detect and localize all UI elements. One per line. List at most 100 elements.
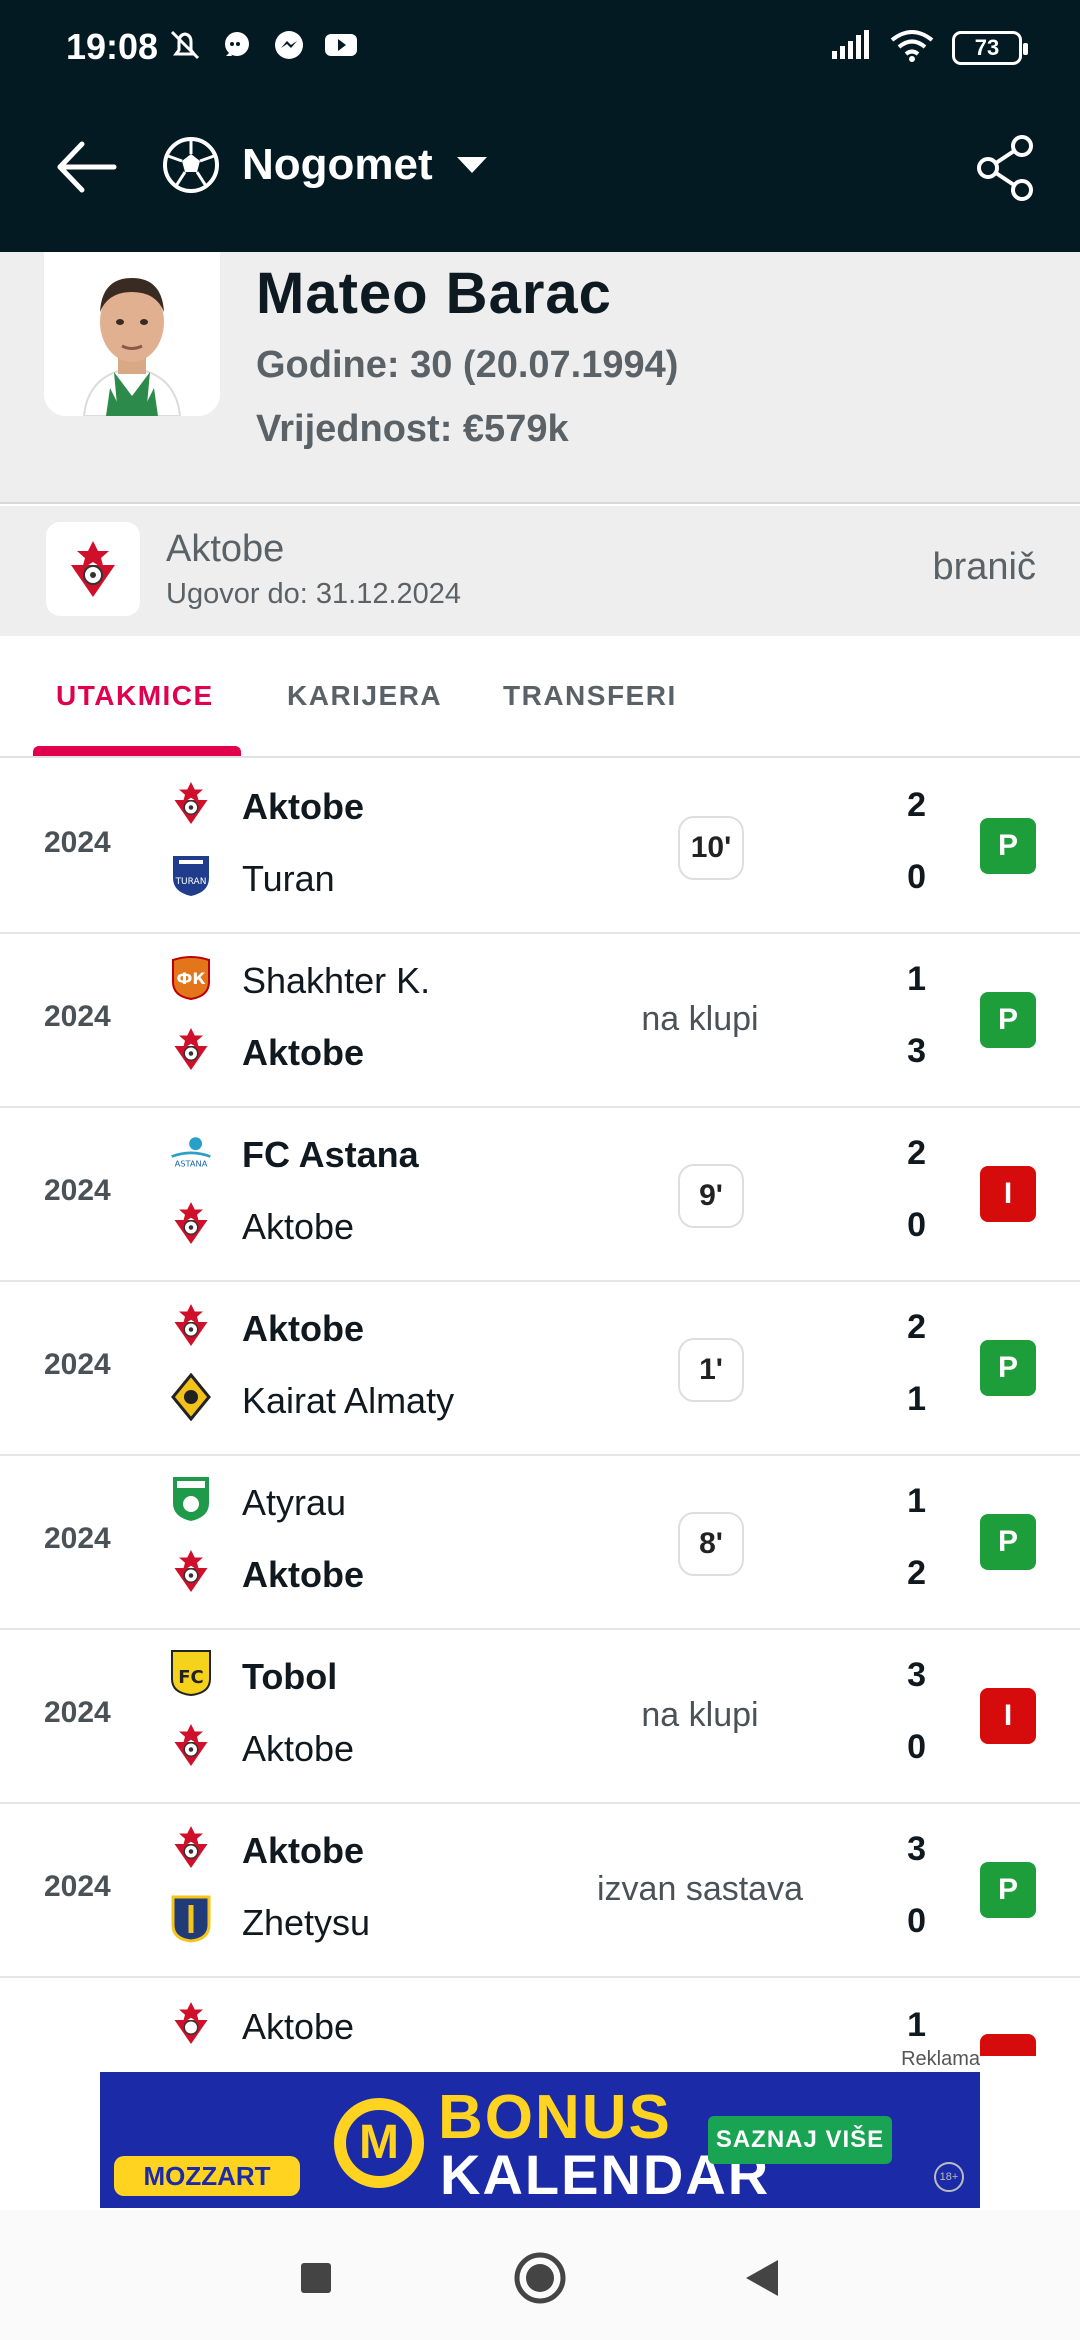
svg-text:ФК: ФК bbox=[177, 969, 206, 988]
atyrau-crest-icon bbox=[168, 1476, 214, 1522]
result-badge: I bbox=[980, 1166, 1036, 1222]
svg-text:FC: FC bbox=[178, 1667, 204, 1688]
team-score: 1 bbox=[907, 2006, 926, 2044]
tab-karijera[interactable]: KARIJERA bbox=[287, 680, 442, 712]
home-score: 3 bbox=[907, 1656, 926, 1694]
soccer-ball-icon bbox=[163, 137, 219, 193]
home-team-name: Aktobe bbox=[242, 786, 365, 827]
match-row[interactable]: 2024 TURAN Aktobe Turan 10' 2 0 P bbox=[0, 760, 1080, 934]
app-bar: Nogomet bbox=[0, 120, 1080, 210]
match-row[interactable]: 2024 ASTANA FC Astana Aktobe 9' 2 0 I bbox=[0, 1108, 1080, 1282]
match-year: 2024 bbox=[44, 1348, 111, 1381]
result-badge bbox=[980, 2034, 1036, 2056]
sport-label: Nogomet bbox=[242, 140, 433, 189]
top-bar: 19:08 73 Nogomet bbox=[0, 0, 1080, 252]
back-button[interactable] bbox=[52, 132, 122, 202]
result-badge: I bbox=[980, 1688, 1036, 1744]
svg-text:ASTANA: ASTANA bbox=[175, 1159, 208, 1169]
away-score: 0 bbox=[907, 1902, 926, 1940]
player-name: Mateo Barac bbox=[256, 261, 612, 326]
minutes-played-badge: 1' bbox=[678, 1338, 744, 1402]
tab-utakmice[interactable]: UTAKMICE bbox=[56, 680, 214, 712]
aktobe-crest-icon bbox=[71, 541, 115, 597]
back-nav-button[interactable] bbox=[732, 2248, 792, 2308]
home-button[interactable] bbox=[510, 2248, 570, 2308]
wifi-icon bbox=[890, 28, 934, 67]
match-row[interactable]: 2024 Aktobe Zhetysu izvan sastava 3 0 P bbox=[0, 1804, 1080, 1978]
aktobe-crest-icon bbox=[168, 1548, 214, 1594]
match-year: 2024 bbox=[44, 1174, 111, 1207]
match-year: 2024 bbox=[44, 1870, 111, 1903]
match-year: 2024 bbox=[44, 1522, 111, 1555]
astana-crest-icon: ASTANA bbox=[168, 1128, 214, 1174]
away-team-name: Aktobe bbox=[242, 1554, 365, 1595]
club-row[interactable]: Aktobe Ugovor do: 31.12.2024 branič bbox=[0, 506, 1080, 636]
ad-cta-button[interactable]: SAZNAJ VIŠE bbox=[708, 2116, 892, 2164]
zhetysu-crest-icon bbox=[168, 1895, 214, 1943]
away-team-name: Aktobe bbox=[242, 1206, 355, 1247]
match-year: 2024 bbox=[44, 826, 111, 859]
player-position: branič bbox=[932, 546, 1037, 588]
match-row[interactable]: 2024 Aktobe Kairat Almaty 1' 2 1 P bbox=[0, 1282, 1080, 1456]
match-row[interactable]: 2024 ФК Shakhter K. Aktobe na klupi 1 3 P bbox=[0, 934, 1080, 1108]
sport-selector[interactable]: Nogomet bbox=[162, 128, 489, 202]
dropdown-caret-icon bbox=[456, 157, 487, 173]
age-restriction-icon: 18+ bbox=[934, 2162, 964, 2192]
away-score: 0 bbox=[907, 1206, 926, 1244]
minutes-played-badge: 9' bbox=[678, 1164, 744, 1228]
player-status: na klupi bbox=[641, 1696, 759, 1734]
away-team-name: Aktobe bbox=[242, 1728, 355, 1769]
recents-button[interactable] bbox=[286, 2248, 346, 2308]
turan-crest-icon: TURAN bbox=[168, 852, 214, 898]
player-status: izvan sastava bbox=[597, 1870, 803, 1908]
away-score: 2 bbox=[907, 1554, 926, 1592]
player-avatar bbox=[44, 252, 220, 416]
shakhter-crest-icon: ФК bbox=[168, 954, 214, 1000]
back-arrow-icon bbox=[57, 141, 117, 193]
away-score: 0 bbox=[907, 1728, 926, 1766]
status-time: 19:08 bbox=[66, 26, 159, 67]
triangle-back-icon bbox=[746, 2260, 778, 2296]
ad-banner[interactable]: MOZZART M BONUS KALENDAR SAZNAJ VIŠE 18+ bbox=[100, 2072, 980, 2208]
tobol-crest-icon: FC bbox=[168, 1650, 214, 1697]
aktobe-crest-icon bbox=[168, 1722, 214, 1768]
messenger-icon bbox=[270, 26, 308, 64]
svg-text:TURAN: TURAN bbox=[175, 877, 207, 887]
signal-icon bbox=[830, 29, 872, 66]
tab-transferi[interactable]: TRANSFERI bbox=[503, 680, 677, 712]
notification-icons bbox=[166, 26, 360, 64]
home-score: 1 bbox=[907, 1482, 926, 1520]
club-name: Aktobe bbox=[166, 528, 285, 570]
minutes-played-badge: 8' bbox=[678, 1512, 744, 1576]
result-badge: P bbox=[980, 1862, 1036, 1918]
home-score: 2 bbox=[907, 1308, 926, 1346]
home-team-name: Atyrau bbox=[242, 1482, 347, 1523]
result-badge: P bbox=[980, 818, 1036, 874]
home-team-name: Aktobe bbox=[242, 1830, 365, 1871]
player-header: Mateo Barac Godine: 30 (20.07.1994) Vrij… bbox=[0, 252, 1080, 504]
minutes-played-badge: 10' bbox=[678, 816, 744, 880]
system-icons: 73 bbox=[830, 28, 1028, 67]
mozzart-logo-icon: M bbox=[334, 2098, 424, 2188]
youtube-icon bbox=[322, 26, 360, 64]
home-score: 2 bbox=[907, 786, 926, 824]
kairat-crest-icon bbox=[168, 1373, 214, 1421]
player-value: Vrijednost: €579k bbox=[256, 408, 569, 450]
share-icon bbox=[977, 135, 1033, 201]
home-circle-icon bbox=[514, 2252, 566, 2304]
home-score: 2 bbox=[907, 1134, 926, 1172]
home-score: 1 bbox=[907, 960, 926, 998]
away-team-name: Zhetysu bbox=[242, 1902, 371, 1943]
home-team-name: FC Astana bbox=[242, 1134, 419, 1175]
result-badge: P bbox=[980, 992, 1036, 1048]
aktobe-crest-icon bbox=[168, 1302, 214, 1348]
club-logo bbox=[46, 522, 140, 616]
status-bar: 19:08 73 bbox=[0, 0, 1080, 96]
system-nav-bar bbox=[0, 2210, 1080, 2340]
share-button[interactable] bbox=[968, 130, 1044, 206]
match-row[interactable]: 2024 Atyrau Aktobe 8' 1 2 P bbox=[0, 1456, 1080, 1630]
result-badge: P bbox=[980, 1514, 1036, 1570]
match-row[interactable]: 2024 FC Tobol Aktobe na klupi 3 0 I bbox=[0, 1630, 1080, 1804]
match-year: 2024 bbox=[44, 1000, 111, 1033]
aktobe-crest-icon bbox=[168, 1026, 214, 1072]
